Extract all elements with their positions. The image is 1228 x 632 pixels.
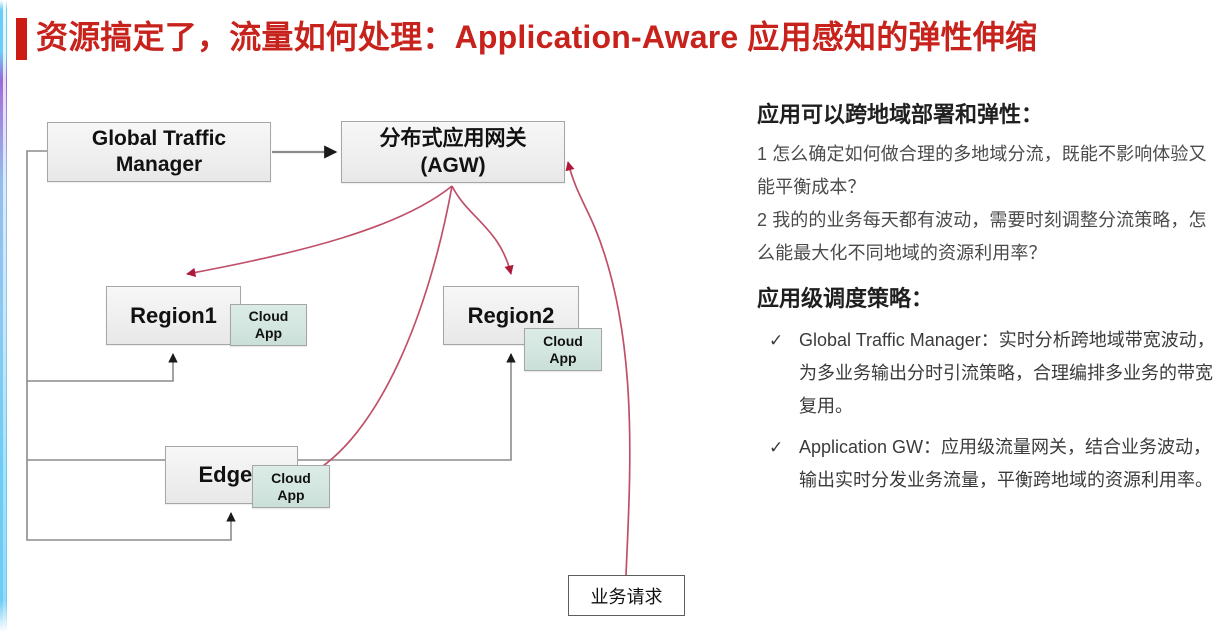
title-row: 资源搞定了，流量如何处理：Application-Aware 应用感知的弹性伸缩	[0, 8, 1228, 66]
panel-question-1: 1 怎么确定如何做合理的多地域分流，既能不影响体验又能平衡成本？	[757, 144, 1207, 197]
panel-heading-scheduling-policy: 应用级调度策略：	[757, 286, 934, 311]
architecture-diagram: Global Traffic Manager 分布式应用网关 (AGW) Regio…	[0, 78, 740, 632]
node-label: Region1	[130, 302, 217, 328]
cloud-app-edge3[interactable]: Cloud App	[252, 465, 330, 508]
panel-heading-deployment: 应用可以跨地域部署和弹性：	[757, 102, 1044, 127]
cloud-app-region1[interactable]: Cloud App	[230, 304, 307, 346]
cloud-app-label: Cloud App	[271, 469, 311, 503]
node-global-traffic-manager[interactable]: Global Traffic Manager	[47, 122, 271, 182]
bullet-text: Application GW：应用级流量网关，结合业务波动，输出实时分发业务流量…	[799, 437, 1213, 490]
node-label: Region2	[467, 302, 555, 328]
node-distributed-application-gateway[interactable]: 分布式应用网关 (AGW)	[341, 121, 565, 183]
node-label: Global Traffic Manager	[91, 127, 227, 176]
node-region1[interactable]: Region1	[106, 286, 241, 345]
check-icon: ✓	[769, 331, 784, 350]
cloud-app-label: Cloud App	[543, 332, 583, 366]
cloud-app-label: Cloud App	[248, 308, 289, 341]
list-item: ✓ Application GW：应用级流量网关，结合业务波动，输出实时分发业务…	[757, 431, 1223, 497]
check-icon: ✓	[769, 438, 784, 457]
cloud-app-region2[interactable]: Cloud App	[524, 328, 602, 371]
node-business-request[interactable]: 业务请求	[568, 575, 685, 616]
node-label: 分布式应用网关 (AGW)	[379, 127, 527, 177]
list-item: ✓ Global Traffic Manager：实时分析跨地域带宽波动，为多业…	[757, 324, 1223, 423]
page-title: 资源搞定了，流量如何处理：Application-Aware 应用感知的弹性伸缩	[36, 19, 1038, 55]
explanation-panel: 应用可以跨地域部署和弹性： 1 怎么确定如何做合理的多地域分流，既能不影响体验又…	[757, 100, 1223, 620]
title-accent-bar	[16, 18, 27, 60]
bullet-text: Global Traffic Manager：实时分析跨地域带宽波动，为多业务输…	[799, 330, 1215, 416]
panel-question-2: 2 我的的业务每天都有波动，需要时刻调整分流策略，怎么能最大化不同地域的资源利用…	[757, 210, 1207, 263]
node-label: 业务请求	[590, 586, 663, 607]
